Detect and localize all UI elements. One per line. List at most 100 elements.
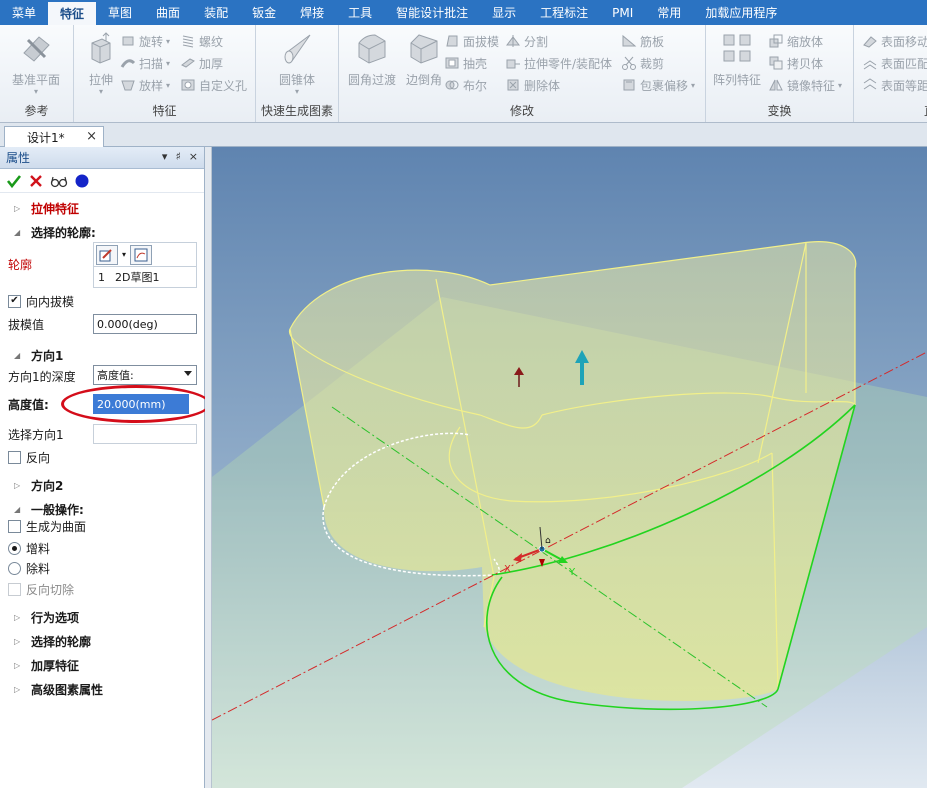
menu-tab-menu[interactable]: 菜单 bbox=[0, 0, 48, 25]
loft-button[interactable]: 放样 ▾ bbox=[120, 75, 170, 95]
chevron-down-icon: ▾ bbox=[33, 87, 38, 96]
section-thicken-feature[interactable]: ▷ 加厚特征 bbox=[0, 654, 205, 676]
add-material-row[interactable]: 增料 bbox=[0, 537, 205, 559]
thicken-button[interactable]: 加厚 bbox=[180, 53, 223, 73]
preview-glasses-icon[interactable] bbox=[50, 173, 68, 189]
face-match-button[interactable]: 表面匹配 bbox=[862, 53, 927, 73]
remove-material-radio[interactable] bbox=[8, 561, 21, 575]
direction1-depth-select[interactable]: 高度值: bbox=[93, 365, 197, 385]
inward-draft-row[interactable]: ✔ 向内拔模 bbox=[0, 290, 205, 312]
chevron-down-icon: ▾ bbox=[166, 58, 171, 68]
chevron-down-icon[interactable]: ▾ bbox=[122, 250, 126, 259]
reverse-cut-row[interactable]: 反向切除 bbox=[0, 578, 205, 600]
menu-tab-feature[interactable]: 特征 bbox=[48, 0, 97, 25]
wrap-offset-button[interactable]: 包裹偏移 ▾ bbox=[621, 75, 695, 95]
trim-button[interactable]: 裁剪 bbox=[621, 53, 664, 73]
reverse-row[interactable]: 反向 bbox=[0, 446, 205, 468]
chevron-down-icon: ▾ bbox=[166, 80, 171, 90]
shell-button[interactable]: 抽壳 bbox=[444, 53, 487, 73]
menu-tab-display[interactable]: 显示 bbox=[480, 0, 528, 25]
menu-tab-assembly[interactable]: 装配 bbox=[192, 0, 240, 25]
datum-plane-button[interactable]: 基准平面 ▾ bbox=[9, 29, 63, 96]
face-offset-icon bbox=[863, 78, 877, 90]
sketch-profile-button[interactable] bbox=[130, 244, 153, 265]
make-surface-checkbox[interactable] bbox=[8, 519, 21, 533]
section-selected-profile-2[interactable]: ▷ 选择的轮廓 bbox=[0, 630, 205, 652]
property-panel: 属性 ▾ ♯ × ▷ 拉伸特征 ◢ 选择的轮廓: 轮廓 ▾ 1 2D草图1 ✔ 向内 bbox=[0, 147, 211, 788]
delete-body-icon bbox=[507, 79, 519, 91]
menu-tab-sheetmetal[interactable]: 钣金 bbox=[240, 0, 288, 25]
draft-value-input[interactable] bbox=[93, 314, 197, 334]
reverse-checkbox[interactable] bbox=[8, 450, 21, 464]
pin-icon[interactable]: ♯ bbox=[175, 150, 180, 163]
scale-body-button[interactable]: 缩放体 bbox=[768, 31, 823, 51]
collapse-triangle-icon: ▷ bbox=[14, 480, 21, 490]
pattern-icon bbox=[723, 34, 751, 62]
chevron-down-icon: ▾ bbox=[838, 80, 843, 90]
remove-material-row[interactable]: 除料 bbox=[0, 557, 205, 579]
add-material-radio[interactable] bbox=[8, 541, 21, 555]
ribbon-group-direct: 表面移动 表面匹配 表面等距 直 bbox=[854, 25, 927, 122]
3d-viewport[interactable]: ⌂ X Y bbox=[212, 147, 927, 788]
profile-list[interactable]: ▾ 1 2D草图1 bbox=[93, 242, 197, 288]
extrude-to-part-button[interactable]: 拉伸零件/装配体 bbox=[505, 53, 612, 73]
menu-tab-sketch[interactable]: 草图 bbox=[96, 0, 144, 25]
select-direction1-input[interactable] bbox=[93, 424, 197, 444]
cone-icon bbox=[284, 34, 311, 64]
menu-tab-tools[interactable]: 工具 bbox=[336, 0, 384, 25]
custom-hole-button[interactable]: 自定义孔 bbox=[180, 75, 247, 95]
chamfer-button[interactable]: 边倒角 bbox=[397, 29, 451, 93]
menu-tab-weld[interactable]: 焊接 bbox=[288, 0, 336, 25]
menu-tab-pmi[interactable]: PMI bbox=[600, 0, 645, 25]
confirm-check-icon[interactable] bbox=[6, 173, 22, 189]
section-direction1[interactable]: ◢ 方向1 bbox=[0, 344, 205, 366]
revolve-icon bbox=[122, 36, 134, 46]
section-advanced-props[interactable]: ▷ 高级图素属性 bbox=[0, 678, 205, 700]
section-behavior-options[interactable]: ▷ 行为选项 bbox=[0, 606, 205, 628]
menu-tab-common[interactable]: 常用 bbox=[645, 0, 693, 25]
fillet-button[interactable]: 圆角过渡 bbox=[345, 29, 399, 93]
menu-tab-drawing[interactable]: 工程标注 bbox=[528, 0, 600, 25]
mirror-feature-button[interactable]: 镜像特征 ▾ bbox=[768, 75, 842, 95]
section-selected-profile[interactable]: ◢ 选择的轮廓: bbox=[0, 221, 205, 243]
face-move-button[interactable]: 表面移动 bbox=[862, 31, 927, 51]
ribbon-group-modify: 圆角过渡 边倒角 面拔模 抽壳 布尔 分割 拉伸零件/装配体 删除体 筋板 裁剪… bbox=[339, 25, 706, 122]
reverse-cut-checkbox[interactable] bbox=[8, 582, 21, 596]
make-surface-row[interactable]: 生成为曲面 bbox=[0, 515, 205, 537]
menu-tab-surface[interactable]: 曲面 bbox=[144, 0, 192, 25]
document-tab[interactable]: 设计1* × bbox=[4, 126, 104, 147]
cone-button[interactable]: 圆锥体 ▾ bbox=[270, 29, 324, 96]
rib-icon bbox=[622, 34, 637, 47]
group-label: 直 bbox=[854, 102, 927, 119]
close-icon[interactable]: × bbox=[86, 129, 97, 144]
inward-draft-checkbox[interactable]: ✔ bbox=[8, 294, 21, 308]
rib-button[interactable]: 筋板 bbox=[621, 31, 664, 51]
collapse-triangle-icon: ▷ bbox=[14, 636, 21, 646]
sweep-button[interactable]: 扫描 ▾ bbox=[120, 53, 170, 73]
x-axis-label: X bbox=[504, 564, 511, 575]
ribbon-group-reference: 基准平面 ▾ 参考 bbox=[0, 25, 74, 122]
dropdown-icon[interactable]: ▾ bbox=[162, 150, 168, 163]
extrude-part-icon bbox=[506, 59, 520, 69]
pick-profile-button[interactable] bbox=[96, 244, 118, 265]
menu-tab-addins[interactable]: 加载应用程序 bbox=[693, 0, 789, 25]
menu-tab-smart-annotation[interactable]: 智能设计批注 bbox=[384, 0, 480, 25]
face-draft-button[interactable]: 面拔模 bbox=[444, 31, 499, 51]
cancel-x-icon[interactable] bbox=[28, 173, 44, 189]
section-extrude-feature[interactable]: ▷ 拉伸特征 bbox=[0, 197, 205, 219]
delete-body-button[interactable]: 删除体 bbox=[505, 75, 560, 95]
panel-splitter[interactable] bbox=[205, 147, 212, 788]
close-icon[interactable]: × bbox=[189, 150, 198, 163]
section-direction2[interactable]: ▷ 方向2 bbox=[0, 474, 205, 496]
boolean-button[interactable]: 布尔 bbox=[444, 75, 487, 95]
copy-body-button[interactable]: 拷贝体 bbox=[768, 53, 823, 73]
scissors-icon bbox=[622, 56, 636, 70]
face-equidistant-button[interactable]: 表面等距 bbox=[862, 75, 927, 95]
split-button[interactable]: 分割 bbox=[505, 31, 548, 51]
color-dot-icon[interactable] bbox=[74, 173, 90, 189]
chevron-down-icon: ▾ bbox=[691, 80, 696, 90]
pattern-button[interactable]: 阵列特征 bbox=[710, 29, 764, 93]
profile-list-item[interactable]: 1 2D草图1 bbox=[94, 267, 196, 287]
thread-button[interactable]: 螺纹 bbox=[180, 31, 223, 51]
revolve-button[interactable]: 旋转 ▾ bbox=[120, 31, 170, 51]
